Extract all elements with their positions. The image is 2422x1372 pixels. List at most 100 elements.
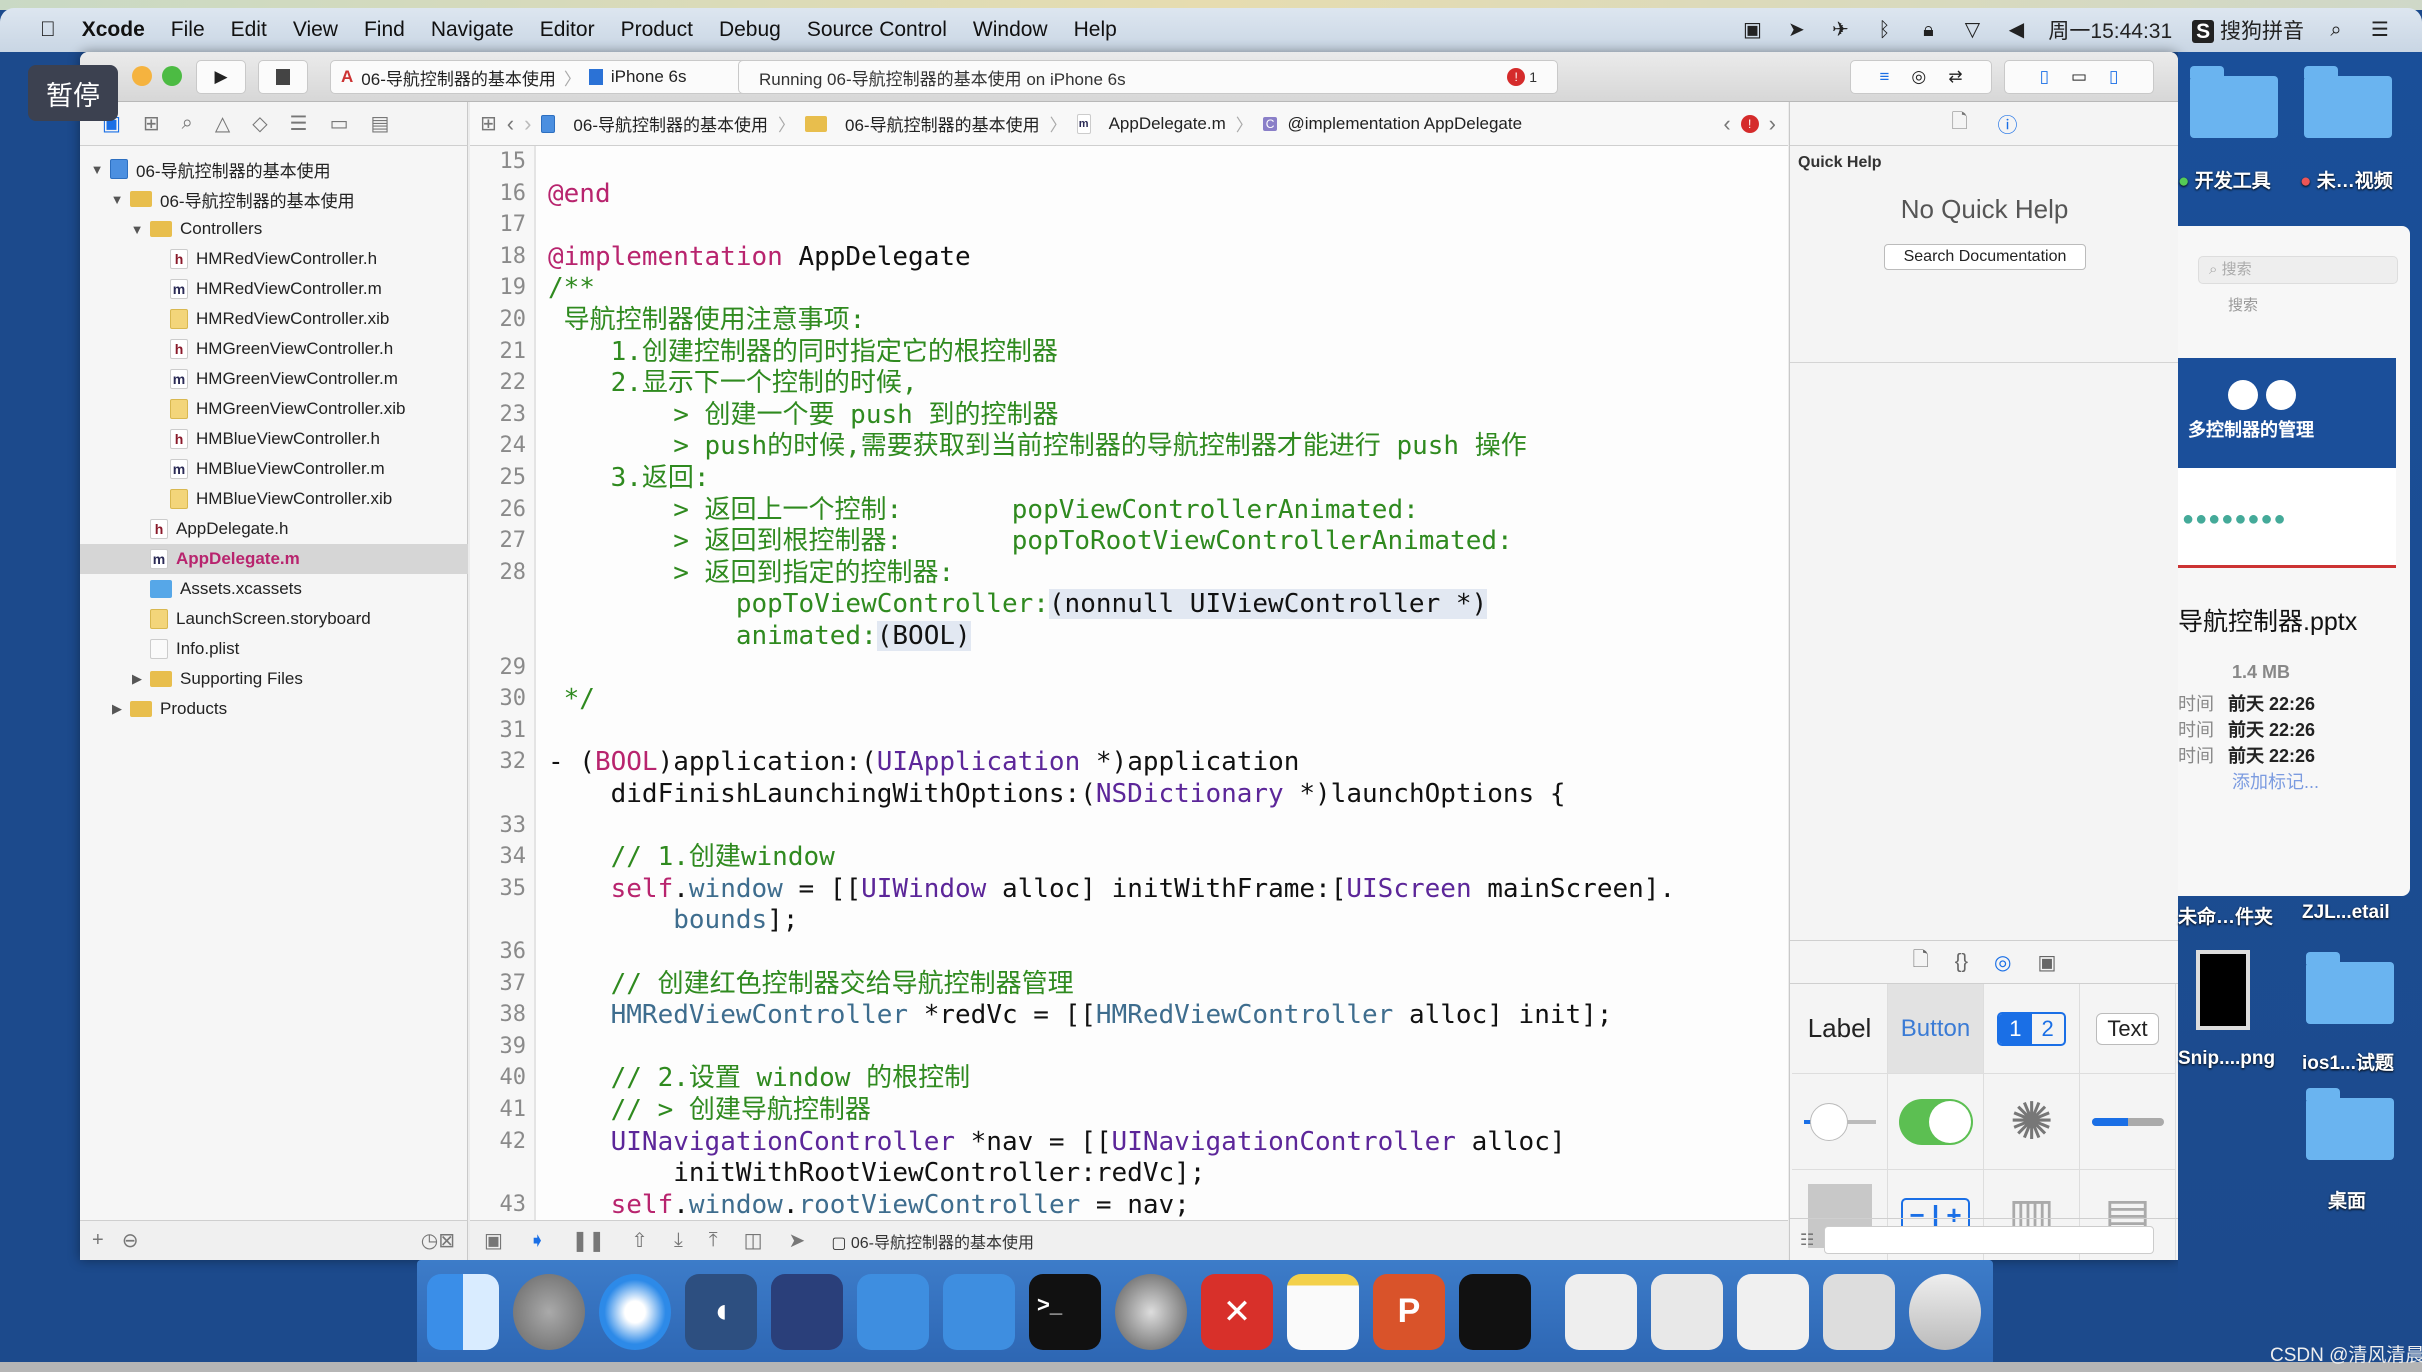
code-line[interactable]: popToViewController:(nonnull UIViewContr…	[470, 588, 1788, 620]
scheme-selector[interactable]: A 06-导航控制器的基本使用 〉 iPhone 6s	[330, 60, 770, 94]
code-line[interactable]: animated:(BOOL)	[470, 620, 1788, 652]
simulate-location-icon[interactable]: ➤	[789, 1228, 806, 1253]
code-line[interactable]: didFinishLaunchingWithOptions:(NSDiction…	[470, 778, 1788, 810]
dock-window4-icon[interactable]	[1823, 1274, 1895, 1350]
menu-app-xcode[interactable]: Xcode	[82, 18, 145, 42]
code-line[interactable]: 42 UINavigationController *nav = [[UINav…	[470, 1126, 1788, 1158]
line-number[interactable]: 36	[470, 936, 527, 968]
desktop-icon-label[interactable]: Snip....png	[2178, 1048, 2275, 1070]
desktop-folder-icon[interactable]	[2306, 1088, 2394, 1160]
navigator-item[interactable]: ▶ Products	[80, 694, 468, 724]
code-line[interactable]: 28 > 返回到指定的控制器:	[470, 557, 1788, 589]
line-number[interactable]: 26	[470, 494, 527, 526]
library-segmented-control[interactable]: 1 2	[1984, 984, 2080, 1074]
line-number[interactable]: 23	[470, 399, 527, 431]
recent-files-icon[interactable]: ◷	[421, 1228, 438, 1253]
menu-source-control[interactable]: Source Control	[807, 18, 947, 42]
step-into-icon[interactable]: ⤓	[674, 1229, 683, 1252]
navigator-item[interactable]: Info.plist	[80, 634, 468, 664]
breakpoint-navigator-icon[interactable]: ▭	[330, 111, 349, 136]
bluetooth-icon[interactable]: ᛒ	[1872, 19, 1896, 41]
clock[interactable]: 周一15:44:31	[2048, 15, 2172, 45]
pause-overlay[interactable]: 暂停	[28, 65, 118, 121]
symbol-navigator-icon[interactable]: ⊞	[143, 111, 160, 136]
navigator-item[interactable]: ▼ 06-导航控制器的基本使用	[80, 154, 468, 184]
disclosure-triangle-icon[interactable]: ▼	[90, 162, 104, 177]
code-line[interactable]: 33	[470, 810, 1788, 842]
disclosure-triangle-icon[interactable]: ▶	[130, 671, 144, 687]
issue-navigator-icon[interactable]: △	[215, 111, 230, 136]
dock-terminal-icon[interactable]: >_	[1029, 1274, 1101, 1350]
error-icon[interactable]: !	[1507, 68, 1526, 86]
code-snippet-library-icon[interactable]: {}	[1955, 951, 1968, 974]
location-icon[interactable]: ➤	[1784, 19, 1808, 41]
disclosure-triangle-icon[interactable]: ▼	[130, 222, 144, 237]
library-filter-input[interactable]	[1824, 1225, 2155, 1254]
line-number[interactable]: 41	[470, 1094, 527, 1126]
menu-product[interactable]: Product	[621, 18, 693, 42]
breadcrumb-symbol[interactable]: @implementation AppDelegate	[1287, 114, 1522, 134]
filter-icon[interactable]: ⊖	[122, 1228, 139, 1253]
search-documentation-button[interactable]: Search Documentation	[1884, 244, 2086, 270]
media-library-icon[interactable]: ▣	[2038, 950, 2057, 975]
dock-window3-icon[interactable]	[1737, 1274, 1809, 1350]
dock-finder-icon[interactable]	[427, 1274, 499, 1350]
zoom-button[interactable]	[162, 66, 182, 86]
code-line[interactable]: 34 // 1.创建window	[470, 841, 1788, 873]
navigator-item[interactable]: LaunchScreen.storyboard	[80, 604, 468, 634]
line-number[interactable]: 16	[470, 178, 527, 210]
previous-issue-button[interactable]: ‹	[1723, 111, 1730, 137]
line-number[interactable]: 29	[470, 652, 527, 684]
spotlight-search-icon[interactable]: ⌕	[2324, 19, 2348, 41]
file-inspector-icon[interactable]: 🗋︎	[1951, 107, 1967, 141]
desktop-folder-icon[interactable]	[2304, 66, 2392, 138]
dock-mouse-icon[interactable]: ◖	[685, 1274, 757, 1350]
line-number[interactable]: 17	[470, 209, 527, 241]
navigator-item[interactable]: ▼ Controllers	[80, 214, 468, 244]
code-line[interactable]: 35 self.window = [[UIWindow alloc] initW…	[470, 873, 1788, 905]
code-line[interactable]: 32 - (BOOL)application:(UIApplication *)a…	[470, 746, 1788, 778]
navigator-item[interactable]: h HMRedViewController.h	[80, 244, 468, 274]
code-line[interactable]: 41 // > 创建导航控制器	[470, 1094, 1788, 1126]
test-navigator-icon[interactable]: ◇	[252, 111, 267, 136]
code-line[interactable]: initWithRootViewController:redVc];	[470, 1157, 1788, 1189]
dock-simulator-icon[interactable]	[943, 1274, 1015, 1350]
breadcrumb-file[interactable]: AppDelegate.m	[1109, 114, 1226, 134]
notification-center-icon[interactable]: ☰	[2368, 19, 2392, 41]
code-line[interactable]: 39	[470, 1031, 1788, 1063]
navigator-item[interactable]: m AppDelegate.m	[80, 544, 468, 574]
view-hierarchy-icon[interactable]: ◫	[744, 1228, 763, 1253]
line-number[interactable]: 42	[470, 1126, 527, 1158]
line-number[interactable]: 28	[470, 557, 527, 589]
line-number[interactable]: 33	[470, 810, 527, 842]
navigator-item[interactable]: m HMRedViewController.m	[80, 274, 468, 304]
library-label[interactable]: Label	[1792, 984, 1888, 1074]
navigator-item[interactable]: HMGreenViewController.xib	[80, 394, 468, 424]
line-number[interactable]: 43	[470, 1189, 527, 1220]
line-number[interactable]: 19	[470, 272, 527, 304]
step-out-icon[interactable]: ⤒	[709, 1229, 718, 1252]
navigator-item[interactable]: ▶ Supporting Files	[80, 664, 468, 694]
dock-safari-icon[interactable]	[599, 1274, 671, 1350]
code-line[interactable]: 29	[470, 652, 1788, 684]
report-navigator-icon[interactable]: ▤	[371, 111, 390, 136]
dock-window2-icon[interactable]	[1651, 1274, 1723, 1350]
apple-icon[interactable]: 	[40, 18, 56, 42]
screen-record-icon[interactable]: ▣	[1740, 19, 1764, 41]
finder-search-input[interactable]: ⌕ 搜索	[2198, 256, 2398, 284]
menu-find[interactable]: Find	[364, 18, 405, 42]
desktop-label[interactable]: ● 未…视频	[2300, 166, 2393, 193]
toggle-debug-area-icon[interactable]: ▭	[2071, 67, 2087, 87]
forward-button[interactable]: ›	[524, 111, 531, 137]
disclosure-triangle-icon[interactable]: ▶	[110, 701, 124, 717]
minimize-button[interactable]	[132, 66, 152, 86]
code-line[interactable]: 15	[470, 146, 1788, 178]
add-icon[interactable]: +	[92, 1229, 104, 1252]
code-line[interactable]: bounds];	[470, 904, 1788, 936]
code-line[interactable]: 30 */	[470, 683, 1788, 715]
screenshot-file-icon[interactable]	[2196, 950, 2250, 1030]
disclosure-triangle-icon[interactable]: ▼	[110, 192, 124, 207]
line-number[interactable]: 22	[470, 367, 527, 399]
dock-console-icon[interactable]	[1459, 1274, 1531, 1350]
dock-xmind-icon[interactable]: ✕	[1201, 1274, 1273, 1350]
